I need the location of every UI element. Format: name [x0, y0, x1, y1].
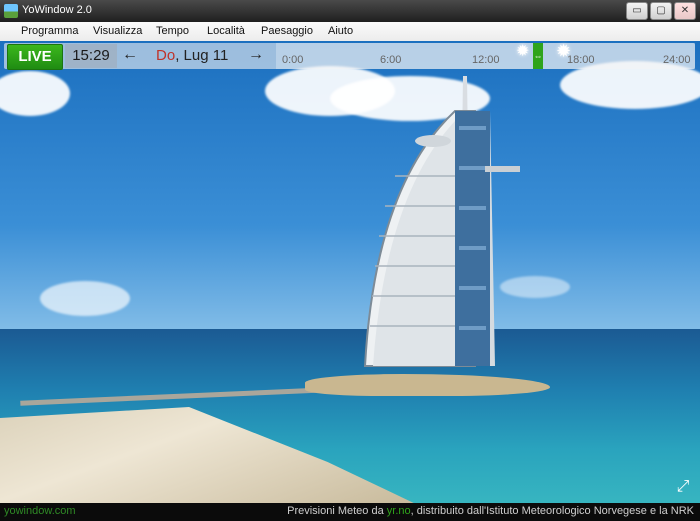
minimize-button[interactable]: ▭ [626, 2, 648, 20]
credits-suffix: , distribuito dall'Istituto Meteorologic… [410, 505, 694, 517]
menu-localita[interactable]: Località [207, 25, 245, 37]
sun-icon: ✹ [556, 41, 572, 61]
next-day-arrow-icon[interactable]: → [248, 45, 264, 65]
cloud [0, 71, 70, 116]
date-rest: , Lug 11 [175, 47, 229, 64]
fullscreen-icon[interactable]: ⤢ [674, 478, 692, 496]
cloud [40, 281, 130, 316]
app-icon [4, 4, 18, 18]
menu-bar: Programma Visualizza Tempo Località Paes… [0, 22, 700, 42]
timeline[interactable]: 0:00 6:00 12:00 18:00 24:00 ✹ ⇔ ✹ [276, 41, 695, 69]
credits-prefix: Previsioni Meteo da [287, 505, 387, 517]
current-time: 15:29 [65, 44, 117, 68]
hotel-tower [363, 76, 520, 367]
window-controls: ▭ ▢ ✕ [626, 2, 696, 20]
weather-scene [0, 41, 700, 503]
credits-text: Previsioni Meteo da yr.no, distribuito d… [287, 505, 694, 517]
date-day: Do [156, 47, 176, 64]
time-slider-handle[interactable]: ⇔ [533, 43, 543, 69]
timeline-tick: 18:00 [567, 54, 595, 66]
menu-aiuto[interactable]: Aiuto [328, 25, 353, 37]
maximize-button[interactable]: ▢ [650, 2, 672, 20]
menu-paesaggio[interactable]: Paesaggio [261, 25, 313, 37]
window-title: YoWindow 2.0 [22, 4, 92, 16]
menu-tempo[interactable]: Tempo [156, 25, 189, 37]
timeline-tick: 6:00 [380, 54, 402, 66]
current-date[interactable]: Do, Lug 11 [156, 44, 228, 68]
title-bar: YoWindow 2.0 ▭ ▢ ✕ [0, 0, 700, 22]
live-button[interactable]: LIVE [7, 44, 63, 70]
status-bar: yowindow.com Previsioni Meteo da yr.no, … [0, 503, 700, 521]
close-button[interactable]: ✕ [674, 2, 696, 20]
time-toolbar: LIVE 15:29 ← Do, Lug 11 → 0:00 6:00 12:0… [4, 41, 695, 70]
prev-day-arrow-icon[interactable]: ← [122, 45, 138, 65]
menu-programma[interactable]: Programma [21, 25, 78, 37]
timeline-tick: 24:00 [663, 54, 691, 66]
yrno-link[interactable]: yr.no [387, 505, 411, 517]
site-link[interactable]: yowindow.com [4, 505, 76, 517]
timeline-tick: 12:00 [472, 54, 500, 66]
menu-visualizza[interactable]: Visualizza [93, 25, 142, 37]
sun-cloud-icon: ✹ [516, 43, 530, 60]
timeline-tick: 0:00 [282, 54, 304, 66]
